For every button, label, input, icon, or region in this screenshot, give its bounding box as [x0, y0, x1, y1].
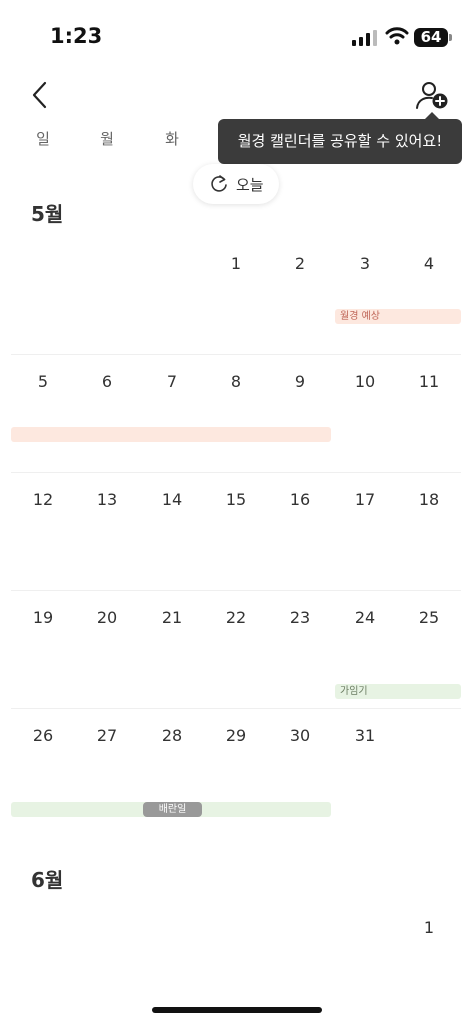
calendar-week: 26 27 28 29 30 31 배란일	[11, 708, 461, 826]
day-cell[interactable]: 17	[333, 490, 397, 509]
back-chevron-icon[interactable]	[28, 80, 52, 110]
day-cell[interactable]: 7	[140, 372, 204, 391]
period-expected-bar[interactable]: 월경 예상	[335, 309, 461, 324]
day-cell[interactable]: 15	[204, 490, 268, 509]
day-cell[interactable]: 1	[397, 918, 461, 937]
day-cell[interactable]: 2	[268, 254, 332, 273]
battery-icon: 64	[414, 28, 452, 47]
status-bar: 1:23 64	[0, 0, 473, 60]
day-cell[interactable]: 5	[11, 372, 75, 391]
day-cell[interactable]: 27	[75, 726, 139, 745]
day-cell[interactable]: 18	[397, 490, 461, 509]
day-cell[interactable]: 31	[333, 726, 397, 745]
today-button[interactable]: 오늘	[193, 164, 279, 204]
day-cell[interactable]: 23	[268, 608, 332, 627]
day-cell[interactable]: 19	[11, 608, 75, 627]
day-cell[interactable]: 10	[333, 372, 397, 391]
fertile-window-bar[interactable]: 가임기	[335, 684, 461, 699]
day-cell[interactable]: 12	[11, 490, 75, 509]
day-cell[interactable]: 4	[397, 254, 461, 273]
day-cell[interactable]: 25	[397, 608, 461, 627]
share-tooltip-text: 월경 캘린더를 공유할 수 있어요!	[237, 132, 443, 150]
weekday-mon: 월	[100, 130, 114, 148]
calendar-week: 5 6 7 8 9 10 11	[11, 354, 461, 473]
refresh-icon	[211, 175, 227, 192]
cellular-signal-icon	[352, 30, 377, 46]
calendar-week: 12 13 14 15 16 17 18	[11, 472, 461, 591]
today-button-label: 오늘	[236, 176, 264, 194]
period-expected-bar-continued[interactable]	[11, 427, 331, 442]
day-cell[interactable]: 8	[204, 372, 268, 391]
calendar-week: 19 20 21 22 23 24 25 가임기	[11, 590, 461, 709]
status-time: 1:23	[50, 24, 103, 48]
day-cell[interactable]: 13	[75, 490, 139, 509]
home-indicator	[152, 1007, 322, 1013]
day-cell[interactable]: 3	[333, 254, 397, 273]
day-cell[interactable]: 9	[268, 372, 332, 391]
day-cell[interactable]: 22	[204, 608, 268, 627]
weekday-sun: 일	[36, 130, 50, 148]
ovulation-day-badge[interactable]: 배란일	[143, 802, 202, 817]
month-title-june: 6월	[31, 868, 64, 892]
weekday-tue: 화	[165, 130, 179, 148]
month-title-may: 5월	[31, 202, 64, 226]
day-cell[interactable]: 28	[140, 726, 204, 745]
day-cell[interactable]: 21	[140, 608, 204, 627]
day-cell[interactable]: 11	[397, 372, 461, 391]
day-cell[interactable]: 1	[204, 254, 268, 273]
day-cell[interactable]: 16	[268, 490, 332, 509]
share-tooltip: 월경 캘린더를 공유할 수 있어요!	[218, 112, 462, 164]
day-cell[interactable]: 14	[140, 490, 204, 509]
day-cell[interactable]: 30	[268, 726, 332, 745]
wifi-icon	[385, 27, 409, 45]
day-cell[interactable]: 20	[75, 608, 139, 627]
share-calendar-icon[interactable]	[414, 80, 450, 112]
day-cell[interactable]: 29	[204, 726, 268, 745]
battery-level: 64	[420, 28, 442, 46]
day-cell[interactable]: 6	[75, 372, 139, 391]
day-cell[interactable]: 26	[11, 726, 75, 745]
day-cell[interactable]: 24	[333, 608, 397, 627]
calendar-week: 1 2 3 4 월경 예상	[11, 236, 461, 355]
